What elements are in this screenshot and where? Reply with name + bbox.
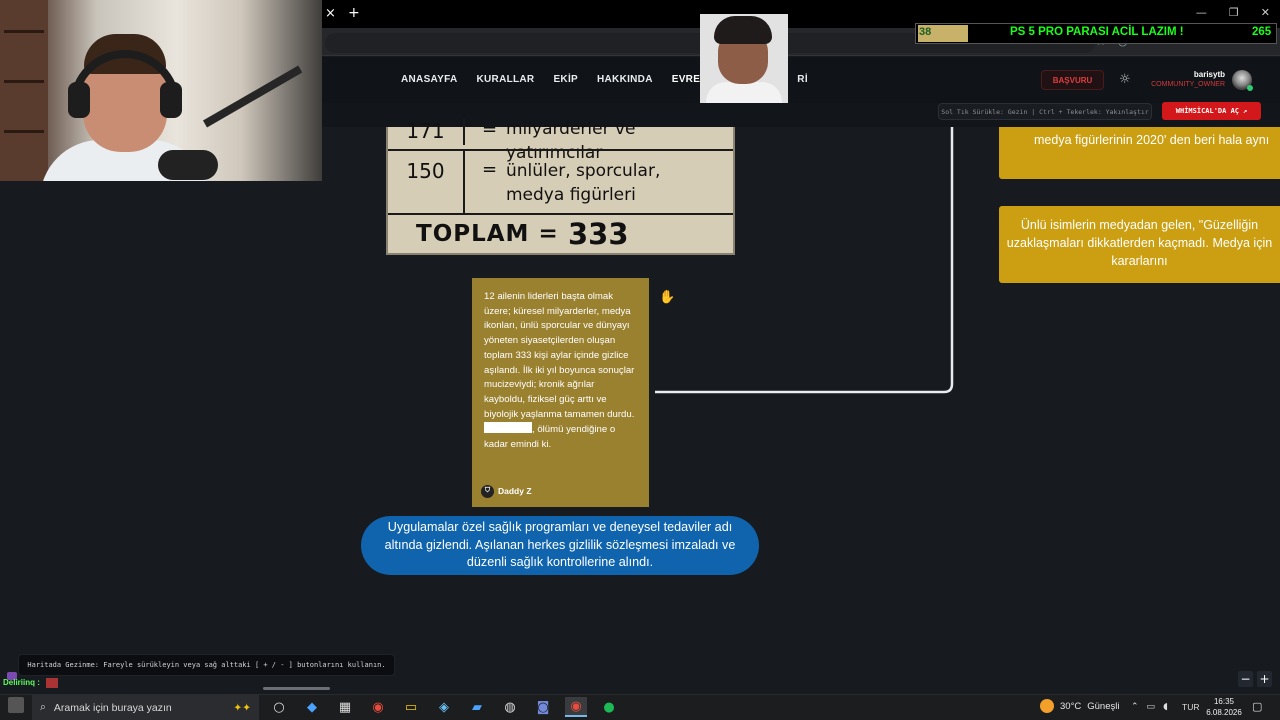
task-view-icon[interactable]: ○ bbox=[268, 697, 290, 717]
clip-total-label: TOPLAM = bbox=[416, 221, 559, 247]
yellow-card-2-line1: Ünlü isimlerin medyadan gelen, "Güzelliğ… bbox=[1020, 218, 1259, 232]
store-icon[interactable]: ▦ bbox=[334, 697, 356, 717]
discord-icon[interactable]: ◙ bbox=[532, 697, 554, 717]
shelf bbox=[0, 0, 48, 181]
map-navigation-hint: Haritada Gezinme: Fareyle sürükleyin vey… bbox=[18, 654, 395, 676]
mic-arm bbox=[203, 65, 303, 128]
webcam-overlay bbox=[0, 0, 322, 181]
taskbar-search[interactable]: ⌕ Aramak için buraya yazın ✦✦ bbox=[32, 695, 259, 720]
clip-row1-number: 171 bbox=[388, 119, 465, 145]
app-icon-1[interactable]: ◆ bbox=[301, 697, 323, 717]
volume-icon[interactable]: ◖ bbox=[1163, 702, 1168, 712]
author-avatar-icon: ⛉ bbox=[481, 484, 494, 498]
zoom-in-button[interactable]: + bbox=[1257, 671, 1272, 687]
folder-icon[interactable]: ▭ bbox=[400, 697, 422, 717]
app-icon-3[interactable]: ◍ bbox=[499, 697, 521, 717]
weather-widget[interactable]: 30°C Güneşli bbox=[1040, 699, 1119, 713]
spotify-icon[interactable]: ● bbox=[598, 697, 620, 717]
donation-title: PS 5 PRO PARASI ACİL LAZIM ! bbox=[1010, 26, 1184, 38]
yellow-card-1-text: medya figürlerinin 2020' den beri hala a… bbox=[1034, 133, 1270, 147]
story-card-text: 12 ailenin liderleri başta olmak üzere; … bbox=[484, 291, 635, 420]
chevron-up-icon[interactable]: ⌃ bbox=[1131, 702, 1139, 712]
zoom-out-button[interactable]: − bbox=[1238, 671, 1253, 687]
clock-time: 16:35 bbox=[1213, 697, 1235, 706]
search-icon: ⌕ bbox=[40, 701, 46, 713]
clip-row2-number: 150 bbox=[388, 151, 465, 213]
yellow-card-2-line3: kararlarını bbox=[1111, 254, 1168, 268]
clock-date: 6.08.2026 bbox=[1206, 708, 1242, 717]
newspaper-clipping-image: 171 = milyarderler ve yatırımcılar 150 =… bbox=[386, 119, 735, 255]
redacted-block bbox=[484, 422, 532, 434]
weather-temp: 30°C bbox=[1060, 700, 1082, 712]
clock[interactable]: 16:35 6.08.2026 bbox=[1205, 696, 1243, 718]
clip-row2-eq: = bbox=[482, 159, 498, 180]
chat-username: Deliriinq : bbox=[3, 678, 40, 687]
bubble-line-1: Uygulamalar özel sağlık programları ve d… bbox=[387, 520, 733, 534]
chrome-active-icon[interactable]: ◉ bbox=[565, 697, 587, 717]
clip-row2-text1: ünlüler, sporcular, bbox=[506, 161, 661, 181]
weather-text: Güneşli bbox=[1087, 700, 1120, 712]
yellow-card-2-line2: uzaklaşmaları dikkatlerden kaçmadı. Medy… bbox=[1006, 236, 1273, 250]
sparkle-icon: ✦✦ bbox=[233, 701, 251, 714]
chrome-icon[interactable]: ◉ bbox=[367, 697, 389, 717]
bubble-line-3: düzenli sağlık kontrollerine alındı. bbox=[466, 555, 654, 569]
steam-icon[interactable]: ◈ bbox=[433, 697, 455, 717]
author-name: Daddy Z bbox=[498, 486, 532, 496]
info-bubble[interactable]: Uygulamalar özel sağlık programları ve d… bbox=[361, 516, 759, 575]
headset-ear-left bbox=[68, 82, 90, 118]
card-author: ⛉ Daddy Z bbox=[481, 484, 532, 499]
sun-icon bbox=[1040, 699, 1054, 713]
portrait-photo bbox=[700, 14, 788, 103]
clip-total-value: 333 bbox=[568, 217, 629, 251]
clip-row1-eq: = bbox=[482, 119, 498, 140]
language-indicator[interactable]: TUR bbox=[1182, 702, 1199, 712]
donation-goal: 265 bbox=[1252, 26, 1272, 38]
yellow-card-1[interactable]: medya figürlerinin 2020' den beri hala a… bbox=[999, 127, 1280, 179]
zoom-controls: − + bbox=[1238, 671, 1272, 687]
hand-cursor-icon: ✋ bbox=[659, 290, 676, 305]
network-icon[interactable]: ▭ bbox=[1147, 702, 1156, 712]
microphone-icon bbox=[158, 150, 218, 180]
donation-current: 38 bbox=[919, 26, 932, 38]
search-placeholder: Aramak için buraya yazın bbox=[53, 701, 172, 714]
story-card[interactable]: 12 ailenin liderleri başta olmak üzere; … bbox=[472, 278, 649, 507]
start-avatar-icon[interactable] bbox=[8, 697, 24, 713]
headset-ear-right bbox=[160, 82, 182, 118]
yellow-card-2[interactable]: Ünlü isimlerin medyadan gelen, "Güzelliğ… bbox=[999, 206, 1280, 283]
chat-emote-icon bbox=[46, 678, 58, 688]
screen: × + — ❐ ✕ ☆ ◔ ≡ ANASAYFA KURALLAR EKİP H… bbox=[0, 0, 1280, 720]
taskbar-apps: ○ ◆ ▦ ◉ ▭ ◈ ▰ ◍ ◙ ◉ ● bbox=[268, 697, 620, 717]
app-icon-2[interactable]: ▰ bbox=[466, 697, 488, 717]
notification-icon[interactable]: ▢ bbox=[1252, 700, 1262, 713]
horizontal-scrollbar[interactable] bbox=[263, 687, 330, 690]
bubble-line-2: altında gizlendi. Aşılanan herkes gizlil… bbox=[384, 537, 736, 552]
system-tray: ⌃ ▭ ◖ bbox=[1131, 702, 1168, 712]
clip-row2-text2: medya figürleri bbox=[506, 185, 636, 205]
